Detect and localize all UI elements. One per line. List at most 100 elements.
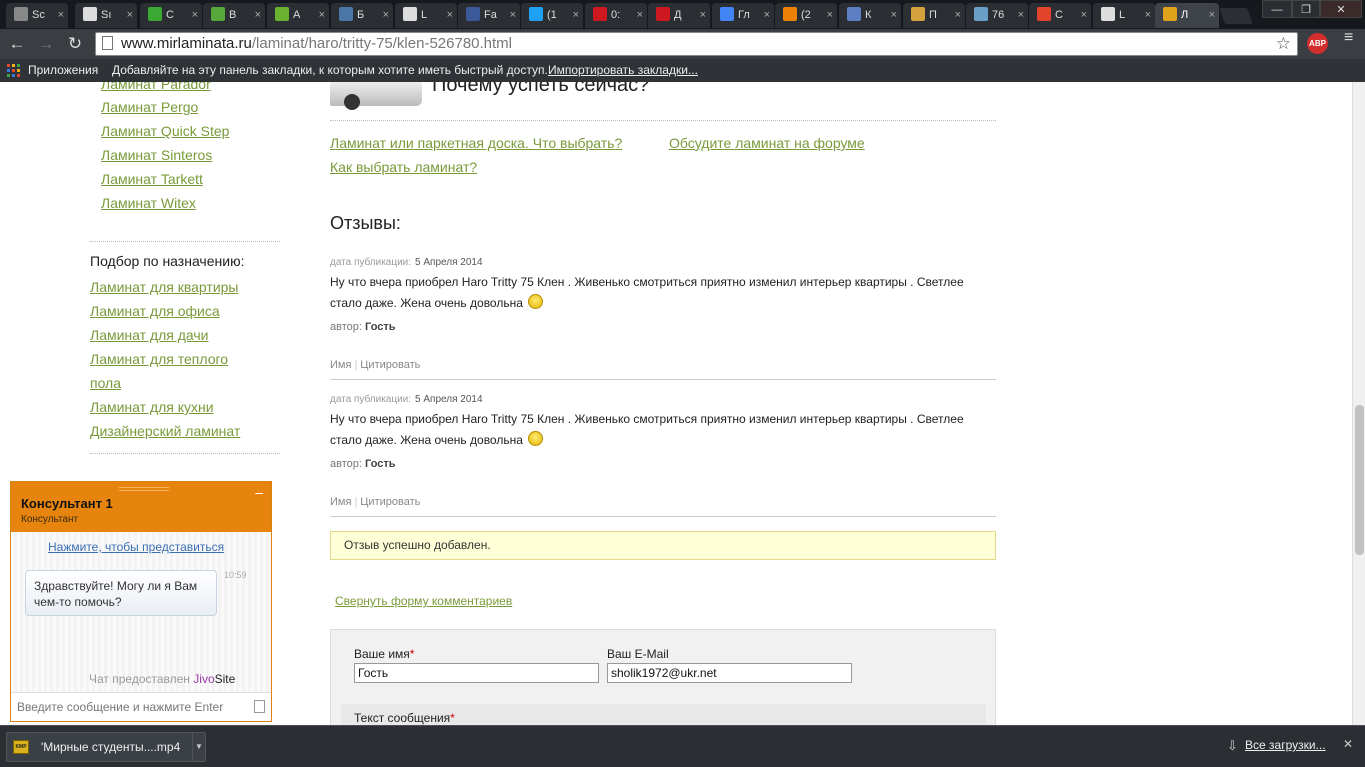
page-scrollbar[interactable] — [1352, 82, 1365, 725]
attach-file-icon[interactable] — [254, 700, 265, 713]
show-all-downloads-link[interactable]: Все загрузки... — [1245, 738, 1326, 752]
sidebar-link-tarkett[interactable]: Ламинат Tarkett — [101, 171, 203, 187]
browser-tab-label: С — [1055, 9, 1063, 21]
back-arrow-icon[interactable]: ← — [6, 33, 28, 55]
browser-tab[interactable]: (2 × — [775, 3, 837, 28]
chat-operator-role: Консультант — [21, 514, 79, 525]
name-input[interactable]: Гость — [354, 663, 599, 683]
tab-close-icon[interactable]: × — [1209, 3, 1215, 28]
tab-close-icon[interactable]: × — [637, 3, 643, 28]
sidebar-link-parador[interactable]: Ламинат Parador — [101, 82, 211, 92]
sidebar-link-dacha[interactable]: Ламинат для дачи — [90, 327, 209, 343]
sidebar-link-warm-floor[interactable]: Ламинат для теплого — [90, 351, 228, 367]
link-how-to-choose[interactable]: Как выбрать ламинат? — [330, 159, 477, 175]
tab-close-icon[interactable]: × — [192, 3, 198, 28]
browser-tab[interactable]: Б × — [331, 3, 393, 28]
browser-tab[interactable]: 76 × — [966, 3, 1028, 28]
sidebar-link-office[interactable]: Ламинат для офиса — [90, 303, 220, 319]
browser-tab[interactable]: Л × — [1155, 3, 1219, 28]
youtube-icon — [656, 7, 670, 21]
menu-icon[interactable]: ≡ — [1344, 30, 1358, 46]
browser-tab[interactable]: С × — [1029, 3, 1091, 28]
review-quote-action[interactable]: Цитировать — [360, 496, 420, 508]
review-date-value: 5 Апреля 2014 — [415, 394, 483, 405]
sidebar-link-designer[interactable]: Дизайнерский ламинат — [90, 423, 240, 439]
collapse-comment-form-link[interactable]: Свернуть форму комментариев — [335, 594, 512, 608]
tab-close-icon[interactable]: × — [510, 3, 516, 28]
browser-tab-label: (2 — [801, 9, 811, 21]
browser-tab[interactable]: Д × — [648, 3, 710, 28]
sidebar-link-quick-step[interactable]: Ламинат Quick Step — [101, 123, 229, 139]
browser-tab[interactable]: 0: × — [585, 3, 647, 28]
chat-header[interactable]: Консультант 1 Консультант – — [11, 482, 271, 532]
close-download-bar-icon[interactable]: ✕ — [1343, 737, 1353, 751]
minimize-window-button[interactable]: — — [1262, 0, 1292, 18]
forward-arrow-icon[interactable]: → — [35, 33, 57, 55]
browser-tab[interactable]: A × — [267, 3, 329, 28]
browser-tab[interactable]: П × — [903, 3, 965, 28]
sidebar-link-apartment[interactable]: Ламинат для квартиры — [90, 279, 239, 295]
browser-tab[interactable]: К × — [839, 3, 901, 28]
tab-close-icon[interactable]: × — [127, 3, 133, 28]
minimize-icon[interactable]: – — [255, 484, 263, 500]
maximize-window-button[interactable]: ❐ — [1292, 0, 1320, 18]
tab-close-icon[interactable]: × — [764, 3, 770, 28]
browser-tab[interactable]: (1 × — [521, 3, 583, 28]
tab-close-icon[interactable]: × — [1081, 3, 1087, 28]
review-name-action[interactable]: Имя — [330, 359, 351, 371]
sidebar-link-warm-floor-2[interactable]: пола — [90, 375, 121, 391]
shield-icon — [847, 7, 861, 21]
jivo-brand[interactable]: Jivo — [193, 672, 214, 686]
tab-close-icon[interactable]: × — [255, 3, 261, 28]
browser-tab[interactable]: Гл × — [712, 3, 774, 28]
tab-close-icon[interactable]: × — [383, 3, 389, 28]
browser-tab[interactable]: Fa × — [458, 3, 520, 28]
email-input[interactable]: sholik1972@ukr.net — [607, 663, 852, 683]
scrollbar-thumb[interactable] — [1355, 405, 1364, 555]
review-name-action[interactable]: Имя — [330, 496, 351, 508]
apps-grid-icon[interactable] — [7, 64, 20, 77]
required-mark: * — [450, 711, 455, 725]
browser-tab[interactable]: C × — [140, 3, 202, 28]
browser-tab[interactable]: L × — [395, 3, 457, 28]
sidebar-link-pergo[interactable]: Ламинат Pergo — [101, 99, 198, 115]
tab-close-icon[interactable]: × — [58, 3, 64, 28]
download-options-chevron-icon[interactable]: ▼ — [192, 733, 205, 761]
link-forum[interactable]: Обсудите ламинат на форуме — [669, 135, 865, 151]
chat-message-input[interactable]: Введите сообщение и нажмите Enter — [11, 692, 271, 721]
tab-close-icon[interactable]: × — [447, 3, 453, 28]
tab-close-icon[interactable]: × — [891, 3, 897, 28]
address-bar[interactable]: www.mirlaminata.ru/laminat/haro/tritty-7… — [95, 32, 1298, 56]
m-logo-icon — [1163, 7, 1177, 21]
tab-close-icon[interactable]: × — [573, 3, 579, 28]
tab-close-icon[interactable]: × — [1145, 3, 1151, 28]
site-brand[interactable]: Site — [215, 672, 236, 686]
sidebar-link-sinteros[interactable]: Ламинат Sinteros — [101, 147, 212, 163]
sidebar-link-witex[interactable]: Ламинат Witex — [101, 195, 196, 211]
drag-handle-icon[interactable] — [119, 487, 169, 491]
new-tab-button[interactable] — [1219, 8, 1253, 24]
browser-tab[interactable]: Sı × — [75, 3, 137, 28]
browser-tab[interactable]: B × — [203, 3, 265, 28]
tab-close-icon[interactable]: × — [827, 3, 833, 28]
browser-tab[interactable]: L × — [1093, 3, 1155, 28]
adblock-icon[interactable]: ABP — [1307, 33, 1328, 54]
tab-close-icon[interactable]: × — [955, 3, 961, 28]
close-window-button[interactable]: ✕ — [1320, 0, 1362, 18]
chat-introduce-link[interactable]: Нажмите, чтобы представиться — [48, 540, 224, 554]
tab-close-icon[interactable]: × — [319, 3, 325, 28]
browser-tab[interactable]: Sc × — [6, 3, 68, 28]
apps-link[interactable]: Приложения — [28, 59, 98, 82]
sidebar-link-kitchen[interactable]: Ламинат для кухни — [90, 399, 214, 415]
review-date: дата публикации: 5 Апреля 2014 — [330, 394, 483, 405]
tab-close-icon[interactable]: × — [1018, 3, 1024, 28]
reload-icon[interactable]: ↻ — [64, 33, 86, 55]
review-author-label: автор: — [330, 458, 362, 470]
download-item[interactable]: KMP 'Мирные студенты....mp4 ▼ — [6, 732, 206, 762]
google-icon — [720, 7, 734, 21]
import-bookmarks-link[interactable]: Импортировать закладки... — [548, 59, 698, 82]
link-laminate-vs-parquet[interactable]: Ламинат или паркетная доска. Что выбрать… — [330, 135, 622, 151]
review-quote-action[interactable]: Цитировать — [360, 359, 420, 371]
bookmark-star-icon[interactable]: ☆ — [1276, 33, 1291, 55]
tab-close-icon[interactable]: × — [700, 3, 706, 28]
